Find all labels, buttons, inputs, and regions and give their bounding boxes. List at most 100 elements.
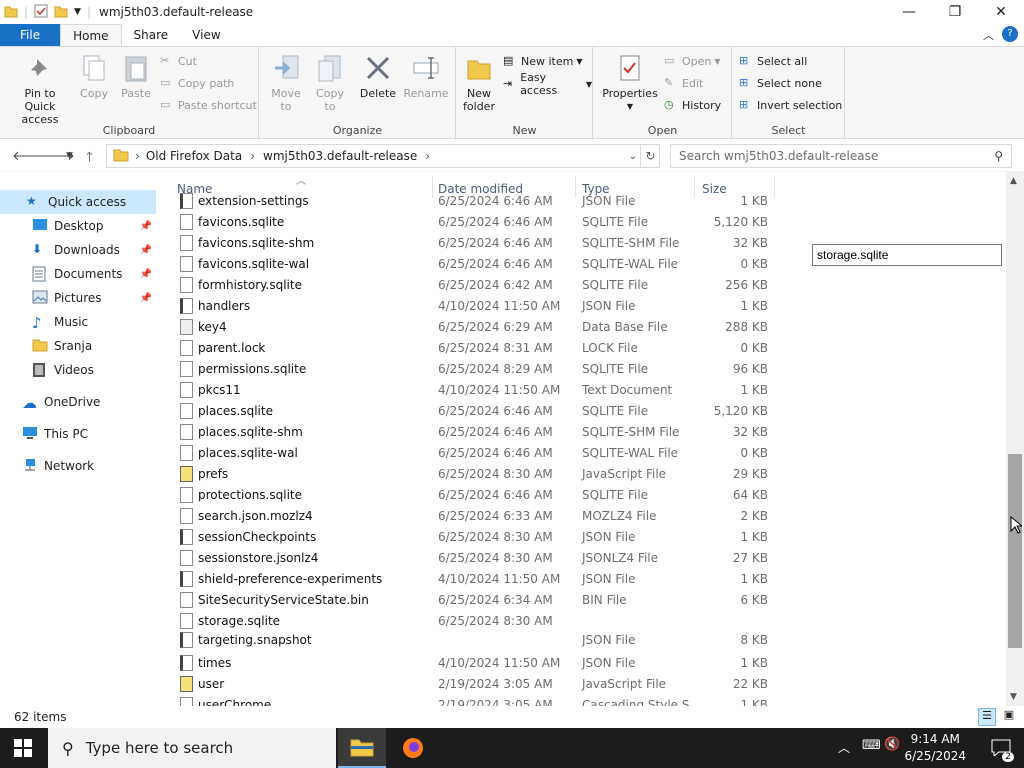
nav-quick-access[interactable]: ★ Quick access — [0, 190, 156, 214]
large-icons-view-icon[interactable]: ▣ — [1000, 708, 1018, 726]
table-row[interactable]: handlers 4/10/2024 11:50 AM JSON File 1 KB — [160, 296, 1006, 317]
taskbar-clock[interactable]: 9:14 AM 6/25/2024 — [904, 731, 966, 765]
nav-sranja[interactable]: Sranja — [0, 334, 156, 358]
table-row[interactable]: times 4/10/2024 11:50 AM JSON File 1 KB — [160, 653, 1006, 674]
table-row[interactable]: places.sqlite-shm 6/25/2024 6:46 AM SQLITE… — [160, 422, 1006, 443]
rename-button[interactable]: Rename — [402, 51, 450, 100]
select-all-button[interactable]: ⊞ Select all — [739, 51, 807, 71]
new-folder-icon[interactable] — [54, 4, 68, 21]
vertical-scrollbar[interactable]: ▲ ▼ — [1006, 172, 1024, 706]
history-icon: ◷ — [664, 98, 674, 111]
refresh-icon[interactable]: ↻ — [640, 145, 660, 167]
scroll-down-arrow-icon[interactable]: ▼ — [1010, 692, 1017, 702]
search-input[interactable]: Search wmj5th03.default-release ⚲ — [670, 144, 1012, 168]
invert-selection-button[interactable]: ⊞ Invert selection — [739, 95, 842, 115]
tab-file[interactable]: File — [0, 24, 61, 46]
minimize-icon[interactable]: — — [886, 0, 932, 24]
notifications-icon[interactable]: 2 — [990, 738, 1014, 762]
nav-desktop[interactable]: Desktop 📌 — [0, 214, 156, 238]
file-type: JSON File — [582, 633, 636, 647]
nav-this-pc[interactable]: This PC — [0, 422, 156, 446]
file-explorer-taskbar-icon[interactable] — [338, 728, 386, 768]
table-row[interactable]: search.json.mozlz4 6/25/2024 6:33 AM MOZLZ… — [160, 506, 1006, 527]
recent-locations-icon[interactable]: ▼ — [66, 151, 73, 161]
scroll-up-arrow-icon[interactable]: ▲ — [1010, 176, 1017, 186]
table-row[interactable]: prefs 6/25/2024 8:30 AM JavaScript File 29 … — [160, 464, 1006, 485]
table-row[interactable]: favicons.sqlite 6/25/2024 6:46 AM SQLITE F… — [160, 212, 1006, 233]
nav-onedrive[interactable]: ☁ OneDrive — [0, 390, 156, 414]
pin-icon[interactable]: 📌 — [140, 245, 152, 256]
nav-documents[interactable]: Documents 📌 — [0, 262, 156, 286]
pin-icon[interactable]: 📌 — [140, 293, 152, 304]
table-row[interactable]: places.sqlite-wal 6/25/2024 6:46 AM SQLITE… — [160, 443, 1006, 464]
table-row[interactable]: permissions.sqlite 6/25/2024 8:29 AM SQLIT… — [160, 359, 1006, 380]
pin-icon[interactable]: 📌 — [140, 269, 152, 280]
cut-button[interactable]: ✂ Cut — [160, 51, 197, 71]
close-icon[interactable]: ✕ — [978, 0, 1024, 24]
table-row[interactable]: parent.lock 6/25/2024 8:31 AM LOCK File 0 K… — [160, 338, 1006, 359]
network-status-icon[interactable]: ⌨ — [862, 738, 881, 753]
paste-shortcut-button[interactable]: ▭ Paste shortcut — [160, 95, 257, 115]
file-size: 64 KB — [732, 488, 768, 502]
breadcrumb-old-firefox-data[interactable]: Old Firefox Data — [146, 149, 242, 163]
move-to-button[interactable]: Move to — [266, 51, 306, 113]
file-icon — [180, 424, 193, 440]
copy-path-button[interactable]: ▭ Copy path — [160, 73, 234, 93]
easy-access-button[interactable]: ⇥ Easy access ▼ — [503, 71, 592, 97]
customize-toolbar-icon[interactable]: ▼ — [74, 7, 81, 17]
tab-view[interactable]: View — [180, 24, 232, 46]
pin-quick-access-button[interactable]: Pin to Quick access — [4, 51, 76, 126]
properties-icon[interactable] — [34, 4, 48, 21]
rename-input[interactable] — [812, 244, 1002, 266]
help-icon[interactable]: ? — [1002, 26, 1018, 42]
table-row[interactable]: storage.sqlite 6/25/2024 8:30 AM — [160, 611, 1006, 632]
delete-button[interactable]: Delete — [358, 51, 398, 100]
nav-videos[interactable]: Videos — [0, 358, 156, 382]
tab-home[interactable]: Home — [60, 24, 122, 46]
table-row[interactable]: key4 6/25/2024 6:29 AM Data Base File 288 K… — [160, 317, 1006, 338]
table-row[interactable]: sessionCheckpoints 6/25/2024 8:30 AM JSON … — [160, 527, 1006, 548]
nav-downloads[interactable]: ⬇ Downloads 📌 — [0, 238, 156, 262]
paste-button[interactable]: Paste — [116, 51, 156, 100]
up-arrow-icon[interactable]: 🡑 — [86, 148, 93, 170]
tab-share[interactable]: Share — [122, 24, 181, 46]
nav-network[interactable]: Network — [0, 454, 156, 478]
properties-button[interactable]: Properties ▼ — [602, 51, 658, 113]
table-row[interactable]: user 2/19/2024 3:05 AM JavaScript File 22 K… — [160, 674, 1006, 695]
table-row[interactable]: userChrome 2/19/2024 3:05 AM Cascading Sty… — [160, 695, 1006, 706]
copy-button[interactable]: Copy — [76, 51, 112, 100]
table-row[interactable]: places.sqlite 6/25/2024 6:46 AM SQLITE Fil… — [160, 401, 1006, 422]
chevron-down-icon[interactable]: ⌄ — [629, 151, 637, 162]
volume-muted-icon[interactable]: 🔇 — [884, 737, 900, 752]
table-row[interactable]: targeting.snapshot JSON File 8 KB — [160, 630, 1006, 651]
history-button[interactable]: ◷ History — [664, 95, 721, 115]
select-none-button[interactable]: ⊞ Select none — [739, 73, 822, 93]
taskbar-search-box[interactable]: ⚲ Type here to search — [48, 728, 336, 768]
chevron-up-icon[interactable]: ︿ — [983, 27, 994, 43]
nav-pictures[interactable]: Pictures 📌 — [0, 286, 156, 310]
pin-icon[interactable]: 📌 — [140, 221, 152, 232]
nav-music[interactable]: ♪ Music — [0, 310, 156, 334]
maximize-icon[interactable]: ❐ — [932, 0, 978, 24]
table-row[interactable]: SiteSecurityServiceState.bin 6/25/2024 6:… — [160, 590, 1006, 611]
chevron-up-icon[interactable]: ︿ — [838, 739, 850, 756]
new-item-button[interactable]: ▤ New item ▼ — [503, 51, 583, 71]
windows-start-icon[interactable] — [14, 739, 32, 760]
edit-button[interactable]: ✎ Edit — [664, 73, 703, 93]
table-row[interactable]: sessionstore.jsonlz4 6/25/2024 8:30 AM JSO… — [160, 548, 1006, 569]
table-row[interactable]: extension-settings 6/25/2024 6:46 AM JSON … — [160, 191, 1006, 212]
dropdown-arrow-icon: ▼ — [626, 102, 634, 111]
new-folder-button[interactable]: New folder — [461, 51, 497, 113]
copy-to-button[interactable]: Copy to — [310, 51, 350, 113]
table-row[interactable]: formhistory.sqlite 6/25/2024 6:42 AM SQLIT… — [160, 275, 1006, 296]
details-view-icon[interactable]: ☰ — [978, 708, 996, 726]
table-row[interactable]: shield-preference-experiments 4/10/2024 1… — [160, 569, 1006, 590]
breadcrumb-separator-icon: › — [250, 149, 256, 163]
address-bar[interactable]: › Old Firefox Data › wmj5th03.default-re… — [106, 144, 660, 168]
open-button[interactable]: ▭ Open ▼ — [664, 51, 721, 71]
breadcrumb-profile[interactable]: wmj5th03.default-release — [263, 149, 417, 163]
scrollbar-thumb[interactable] — [1008, 454, 1022, 648]
firefox-taskbar-icon[interactable] — [390, 728, 436, 768]
table-row[interactable]: protections.sqlite 6/25/2024 6:46 AM SQLIT… — [160, 485, 1006, 506]
table-row[interactable]: pkcs11 4/10/2024 11:50 AM Text Document 1 K… — [160, 380, 1006, 401]
